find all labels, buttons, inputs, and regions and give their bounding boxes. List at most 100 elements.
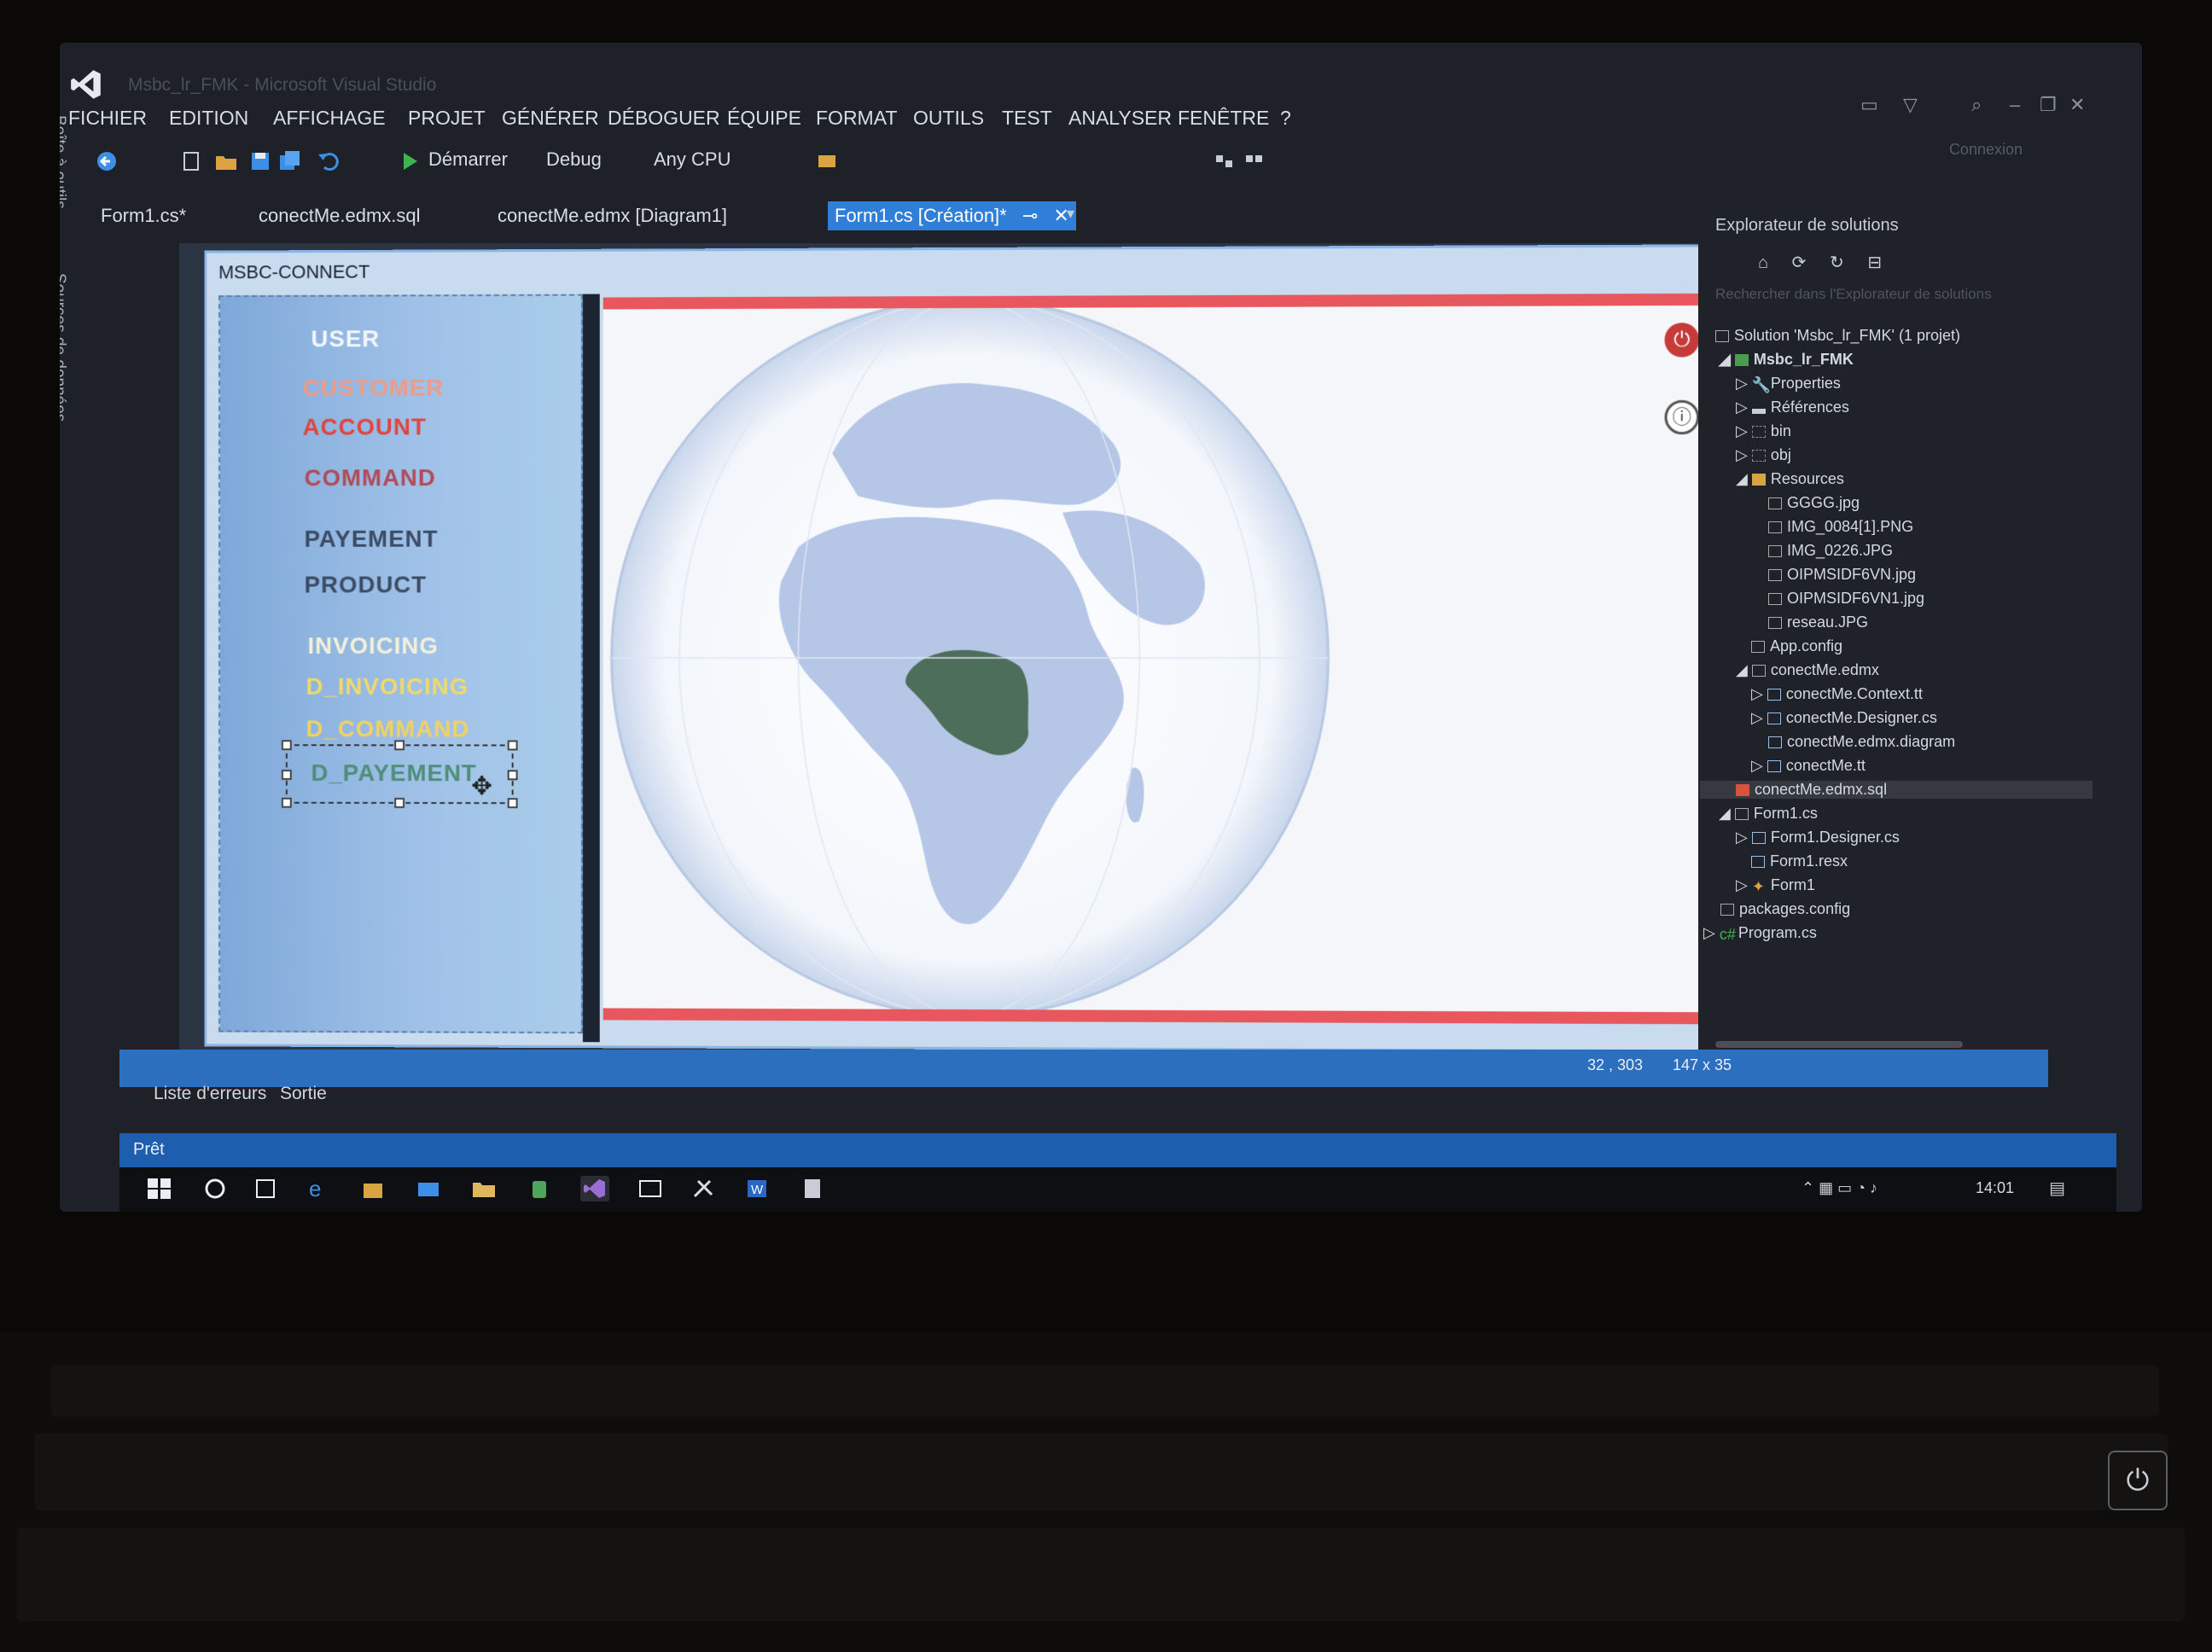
tab-conectme-sql[interactable]: conectMe.edmx.sql xyxy=(252,201,428,230)
filter-icon[interactable]: ▽ xyxy=(1903,94,1918,116)
connexion-link[interactable]: Connexion xyxy=(1949,141,2023,159)
tree-item[interactable]: ◢ conectMe.edmx xyxy=(1736,661,1879,679)
tree-item[interactable]: ◢ Resources xyxy=(1736,470,1844,488)
tree-item[interactable]: ▷ Form1.Designer.cs xyxy=(1736,829,1900,846)
resize-handle[interactable] xyxy=(394,740,405,751)
tree-item[interactable]: ▷ c# Program.cs xyxy=(1703,924,1817,943)
restore-icon[interactable]: ❐ xyxy=(2040,94,2057,116)
undo-icon[interactable] xyxy=(316,148,341,174)
search-icon[interactable]: ⌕ xyxy=(1971,94,1982,116)
open-folder-icon[interactable] xyxy=(213,148,239,174)
menu-equipe[interactable]: ÉQUIPE xyxy=(727,107,801,130)
minimize-icon[interactable]: – xyxy=(2010,94,2020,116)
tree-item[interactable]: reseau.JPG xyxy=(1768,614,1868,631)
menu-analyser[interactable]: ANALYSER xyxy=(1068,107,1172,130)
resize-handle[interactable] xyxy=(281,740,292,751)
nav-payement[interactable]: PAYEMENT xyxy=(305,526,439,553)
tab-output[interactable]: Sortie xyxy=(280,1084,327,1104)
tree-item[interactable]: ◢ Form1.cs xyxy=(1719,805,1818,823)
new-project-icon[interactable] xyxy=(179,148,205,174)
toolbox-tab[interactable]: Boîte à outils xyxy=(60,115,68,209)
nav-user[interactable]: USER xyxy=(311,325,380,352)
close-icon[interactable]: ✕ xyxy=(2069,94,2085,116)
info-button[interactable]: ⓘ xyxy=(1664,399,1700,435)
power-button-icon[interactable]: ⏻ xyxy=(2108,1451,2168,1510)
resize-handle[interactable] xyxy=(507,740,518,751)
notification-icon[interactable]: ▭ xyxy=(1860,94,1878,116)
tree-item[interactable]: GGGG.jpg xyxy=(1768,494,1860,512)
resize-handle[interactable] xyxy=(394,797,405,808)
resize-handle[interactable] xyxy=(507,798,518,809)
nav-d-invoicing[interactable]: D_INVOICING xyxy=(306,673,469,701)
tree-item[interactable]: Form1.resx xyxy=(1751,852,1848,870)
resize-handle[interactable] xyxy=(281,769,292,780)
menu-test[interactable]: TEST xyxy=(1002,107,1052,130)
tree-item[interactable]: App.config xyxy=(1751,637,1842,655)
tree-item[interactable]: ▷ ✦ Form1 xyxy=(1736,876,1815,895)
tab-error-list[interactable]: Liste d'erreurs xyxy=(154,1084,266,1104)
save-all-icon[interactable] xyxy=(277,148,303,174)
tree-item[interactable]: OIPMSIDF6VN.jpg xyxy=(1768,566,1916,584)
tree-item[interactable]: ▷ Références xyxy=(1736,398,1849,416)
menu-generer[interactable]: GÉNÉRER xyxy=(502,107,599,130)
tree-item[interactable]: ▷ conectMe.Designer.cs xyxy=(1751,709,1937,727)
nav-invoicing[interactable]: INVOICING xyxy=(307,632,438,660)
datasources-tab[interactable]: Sources de données xyxy=(60,273,68,422)
tab-form1-design[interactable]: Form1.cs [Création]* ⊸ ✕ xyxy=(828,201,1076,230)
tree-item[interactable]: ◢ Msbc_lr_FMK xyxy=(1719,351,1854,369)
app-green-icon[interactable] xyxy=(525,1176,554,1201)
form-msbc-connect[interactable]: MSBC-CONNECT ✕ USER CUSTOMER ACCOUNT COM… xyxy=(204,244,1740,1053)
nav-account[interactable]: ACCOUNT xyxy=(303,414,427,441)
nav-customer[interactable]: CUSTOMER xyxy=(303,375,445,402)
power-button[interactable]: ⏻ xyxy=(1664,323,1700,358)
nav-command[interactable]: COMMAND xyxy=(305,464,436,492)
save-icon[interactable] xyxy=(247,148,273,174)
tree-item[interactable]: packages.config xyxy=(1720,900,1850,918)
tools-icon[interactable] xyxy=(690,1176,719,1201)
tree-item[interactable]: ▷ 🔧Properties xyxy=(1736,375,1841,393)
tab-overflow-icon[interactable]: ▾ xyxy=(1067,205,1074,223)
tree-item[interactable]: OIPMSIDF6VN1.jpg xyxy=(1768,590,1924,608)
selected-control-outline[interactable]: ✥ xyxy=(281,740,518,809)
home-icon[interactable]: ⌂ xyxy=(1758,253,1768,272)
edge-icon[interactable]: e xyxy=(303,1176,332,1201)
tab-conectme-diagram[interactable]: conectMe.edmx [Diagram1] xyxy=(491,201,734,230)
menu-outils[interactable]: OUTILS xyxy=(913,107,984,130)
tree-item[interactable]: ▷ obj xyxy=(1736,446,1791,464)
window-app-icon[interactable] xyxy=(636,1176,665,1201)
menu-fichier[interactable]: FICHIER xyxy=(68,107,147,130)
tree-item[interactable]: conectMe.edmx.diagram xyxy=(1768,733,1955,751)
menu-affichage[interactable]: AFFICHAGE xyxy=(273,107,386,130)
windows-start-icon[interactable] xyxy=(145,1176,174,1201)
nav-product[interactable]: PRODUCT xyxy=(305,572,428,599)
tree-item[interactable]: Solution 'Msbc_lr_FMK' (1 projet) xyxy=(1715,327,1960,345)
taskbar-clock[interactable]: 14:01 xyxy=(1976,1179,2014,1197)
menu-format[interactable]: FORMAT xyxy=(816,107,897,130)
tree-item-selected[interactable]: conectMe.edmx.sql xyxy=(1700,781,2093,799)
word-icon[interactable]: W xyxy=(742,1176,771,1201)
store-icon[interactable] xyxy=(358,1176,387,1201)
collapse-icon[interactable]: ⊟ xyxy=(1867,253,1882,272)
start-play-icon[interactable] xyxy=(397,148,422,174)
resize-handle[interactable] xyxy=(507,770,518,781)
pin-icon[interactable]: ⊸ xyxy=(1022,205,1038,226)
calculator-icon[interactable] xyxy=(798,1176,827,1201)
tab-form1-cs[interactable]: Form1.cs* xyxy=(94,201,193,230)
menu-projet[interactable]: PROJET xyxy=(408,107,486,130)
cortana-icon[interactable] xyxy=(201,1176,230,1201)
resize-handle[interactable] xyxy=(281,797,292,808)
nav-d-command[interactable]: D_COMMAND xyxy=(306,715,470,742)
solution-config-select[interactable]: Debug xyxy=(546,148,602,171)
tree-item[interactable]: IMG_0226.JPG xyxy=(1768,542,1893,560)
system-tray-icons[interactable]: ⌃ ▦ ▭ ◔ ♪ xyxy=(1802,1179,1877,1197)
mail-icon[interactable] xyxy=(414,1176,443,1201)
splitter[interactable] xyxy=(582,294,600,1043)
layout-align-icon[interactable] xyxy=(1212,148,1237,174)
back-icon[interactable] xyxy=(94,148,119,174)
sync-icon[interactable]: ⟳ xyxy=(1792,253,1807,272)
tree-item[interactable]: ▷ conectMe.Context.tt xyxy=(1751,685,1923,703)
start-button[interactable]: Démarrer xyxy=(428,148,508,171)
layout-size-icon[interactable] xyxy=(1242,148,1267,174)
browse-icon[interactable] xyxy=(815,148,841,174)
tree-item[interactable]: ▷ bin xyxy=(1736,422,1791,440)
